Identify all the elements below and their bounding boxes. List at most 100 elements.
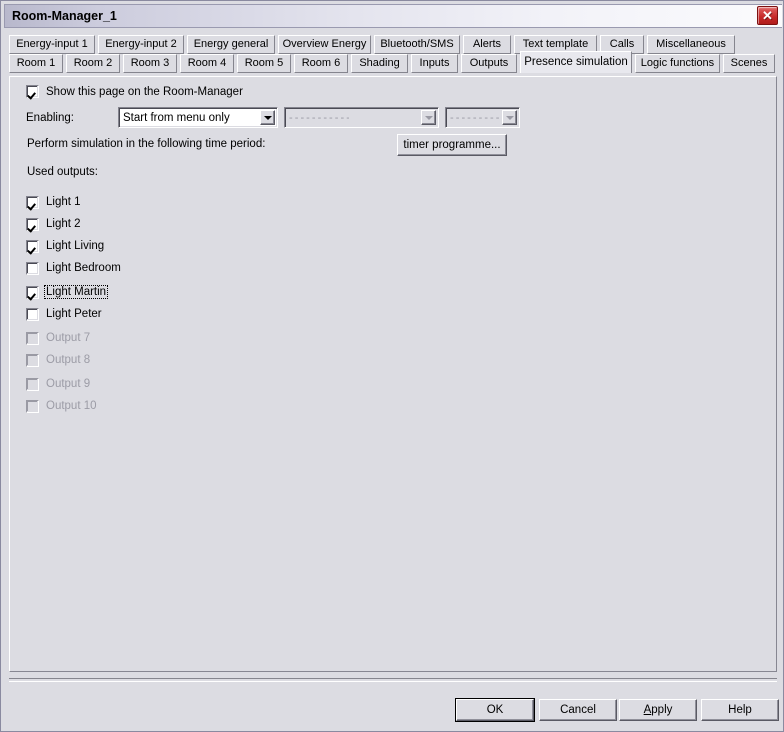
tab-label: Energy general <box>193 38 269 50</box>
output-checkbox-light-peter[interactable] <box>26 307 39 321</box>
dialog-button-bar: OK Cancel Apply Help <box>1 691 783 721</box>
window-title: Room-Manager_1 <box>12 9 117 23</box>
tab-row-top: Energy-input 1 Energy-input 2 Energy gener… <box>9 35 777 54</box>
apply-accel-letter: A <box>643 704 652 716</box>
chevron-down-icon[interactable] <box>502 110 517 125</box>
tab-label: Calls <box>609 38 635 50</box>
chevron-down-icon[interactable] <box>421 110 436 125</box>
tab-content-presence-simulation: Show this page on the Room-Manager Enabl… <box>9 76 777 672</box>
output-checkbox-light-martin[interactable] <box>26 285 39 299</box>
output-label: Light Bedroom <box>46 262 121 274</box>
tab-room-2[interactable]: Room 2 <box>66 54 120 73</box>
output-label: Light Living <box>46 240 105 252</box>
output-checkbox-light-living[interactable] <box>26 239 39 253</box>
enabling-combo-2-value: - - - - - - - - - - - <box>289 111 350 124</box>
tab-energy-input-1[interactable]: Energy-input 1 <box>9 35 95 54</box>
tab-label: Inputs <box>419 57 450 69</box>
apply-button[interactable]: Apply <box>619 699 697 721</box>
tab-outputs[interactable]: Outputs <box>461 54 517 73</box>
output-checkbox-light-2[interactable] <box>26 217 39 231</box>
button-bar-divider <box>9 678 777 682</box>
tab-label: Miscellaneous <box>656 38 726 50</box>
tab-alerts[interactable]: Alerts <box>463 35 511 54</box>
enabling-combo-2[interactable]: - - - - - - - - - - - <box>284 107 439 128</box>
tab-label: Shading <box>359 57 400 69</box>
enabling-combo-3-value: - - - - - - - - - <box>450 111 499 124</box>
tab-room-6[interactable]: Room 6 <box>294 54 348 73</box>
perform-simulation-label: Perform simulation in the following time… <box>27 138 266 150</box>
tab-label: Energy-input 2 <box>105 38 177 50</box>
ok-button[interactable]: OK <box>456 699 534 721</box>
output-row: Light Living <box>26 235 121 257</box>
output-label: Output 10 <box>46 400 97 412</box>
output-row: Light Peter <box>26 303 121 325</box>
tab-label: Presence simulation <box>524 56 628 68</box>
output-checkbox-output-7 <box>26 331 39 345</box>
tab-label: Room 3 <box>130 57 170 69</box>
tab-label: Outputs <box>469 57 509 69</box>
output-row: Output 9 <box>26 373 121 395</box>
output-label: Light 1 <box>46 196 81 208</box>
tab-energy-input-2[interactable]: Energy-input 2 <box>98 35 184 54</box>
tab-room-1[interactable]: Room 1 <box>9 54 63 73</box>
output-row: Output 10 <box>26 395 121 417</box>
tab-scenes[interactable]: Scenes <box>723 54 775 73</box>
output-row: Light Bedroom <box>26 257 121 279</box>
chevron-down-icon[interactable] <box>260 110 275 125</box>
output-label: Output 7 <box>46 332 91 344</box>
tab-energy-general[interactable]: Energy general <box>187 35 275 54</box>
show-page-label: Show this page on the Room-Manager <box>46 85 243 98</box>
tab-shading[interactable]: Shading <box>351 54 408 73</box>
title-bar: Room-Manager_1 ✕ <box>4 4 782 28</box>
tab-overview-energy[interactable]: Overview Energy <box>278 35 371 54</box>
show-page-checkbox[interactable] <box>26 85 39 98</box>
tab-bluetooth-sms[interactable]: Bluetooth/SMS <box>374 35 460 54</box>
tab-label: Energy-input 1 <box>16 38 88 50</box>
tab-label: Room 2 <box>73 57 113 69</box>
output-label: Light 2 <box>46 218 81 230</box>
used-outputs-list: Light 1 Light 2 Light Living Light Bedroom L… <box>26 191 121 417</box>
tab-inputs[interactable]: Inputs <box>411 54 458 73</box>
enabling-combo-3[interactable]: - - - - - - - - - <box>445 107 520 128</box>
tab-label: Alerts <box>472 38 502 50</box>
enabling-row: Enabling: Start from menu only - - - - -… <box>26 107 520 128</box>
tab-label: Logic functions <box>640 57 715 69</box>
output-label: Light Peter <box>46 308 102 320</box>
tab-label: Room 4 <box>187 57 227 69</box>
tab-label: Room 5 <box>244 57 284 69</box>
output-checkbox-output-10 <box>26 399 39 413</box>
used-outputs-label: Used outputs: <box>27 166 98 178</box>
dialog-window: Room-Manager_1 ✕ Energy-input 1 Energy-in… <box>0 0 784 732</box>
enabling-combo-1-value: Start from menu only <box>123 111 230 124</box>
output-label: Output 8 <box>46 354 91 366</box>
apply-rest-letters: pply <box>651 704 673 716</box>
timer-programme-button[interactable]: timer programme... <box>397 134 507 156</box>
close-icon[interactable]: ✕ <box>757 6 778 25</box>
output-label: Output 9 <box>46 378 91 390</box>
tab-label: Bluetooth/SMS <box>380 38 454 50</box>
enabling-combo-1[interactable]: Start from menu only <box>118 107 278 128</box>
tab-room-3[interactable]: Room 3 <box>123 54 177 73</box>
tab-room-4[interactable]: Room 4 <box>180 54 234 73</box>
tab-label: Overview Energy <box>282 38 367 50</box>
tab-row-bottom: Room 1 Room 2 Room 3 Room 4 Room 5 Room 6 Shad… <box>9 51 777 73</box>
cancel-button[interactable]: Cancel <box>539 699 617 721</box>
close-glyph: ✕ <box>762 8 773 23</box>
tab-room-5[interactable]: Room 5 <box>237 54 291 73</box>
show-page-row: Show this page on the Room-Manager <box>26 85 243 98</box>
tab-label: Room 1 <box>16 57 56 69</box>
help-button[interactable]: Help <box>701 699 779 721</box>
output-label: Light Martin <box>43 285 109 299</box>
output-row: Light Martin <box>26 281 121 303</box>
tab-label: Text template <box>522 38 589 50</box>
tab-presence-simulation[interactable]: Presence simulation <box>520 51 632 73</box>
tab-logic-functions[interactable]: Logic functions <box>635 54 720 73</box>
output-checkbox-light-1[interactable] <box>26 195 39 209</box>
tab-label: Scenes <box>730 57 768 69</box>
enabling-label: Enabling: <box>26 111 74 124</box>
output-checkbox-light-bedroom[interactable] <box>26 261 39 275</box>
output-checkbox-output-8 <box>26 353 39 367</box>
tab-miscellaneous[interactable]: Miscellaneous <box>647 35 735 54</box>
tab-label: Room 6 <box>301 57 341 69</box>
output-row: Light 1 <box>26 191 121 213</box>
